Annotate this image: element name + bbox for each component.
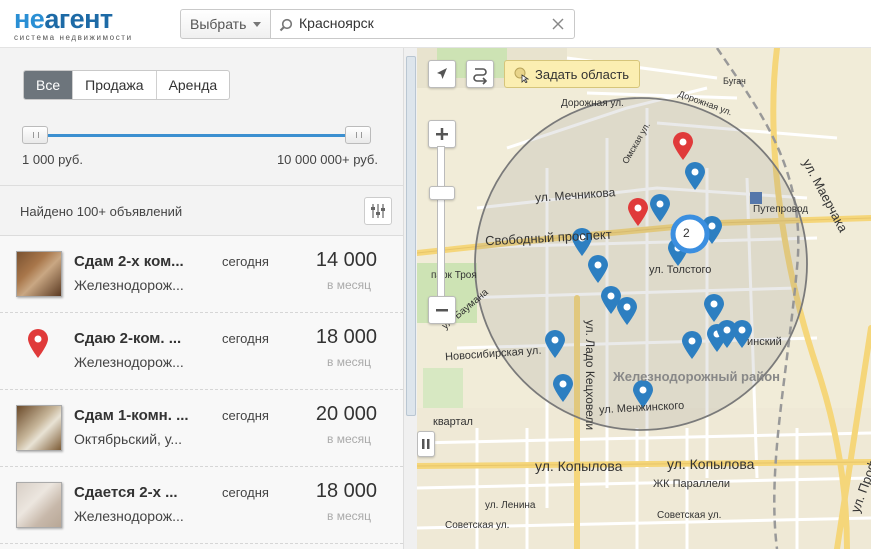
close-icon[interactable]	[552, 18, 564, 30]
category-select[interactable]: Выбрать	[180, 9, 271, 39]
place-label: ЖК Параллели	[653, 478, 731, 490]
zoom-out-button[interactable]	[428, 296, 456, 324]
street-label: Советская ул.	[445, 520, 510, 531]
list-scrollbar[interactable]	[403, 48, 417, 549]
list-item[interactable]: Сдаю 2-ком. ... Железнодорож... сегодня …	[0, 313, 403, 390]
cluster-count: 2	[683, 226, 690, 240]
listing-price: 14 000	[315, 249, 377, 271]
pin-cluster[interactable]	[670, 214, 710, 254]
search-icon	[279, 18, 293, 32]
listing-date: сегодня	[222, 485, 269, 500]
listing-date: сегодня	[222, 254, 269, 269]
locate-button[interactable]	[428, 60, 456, 88]
price-max-label: 10 000 000+ руб.	[276, 152, 378, 167]
street-label: ул. Ладо Кецховели	[583, 319, 598, 431]
street-label: Дорожная ул.	[561, 98, 624, 109]
tab-all[interactable]: Все	[24, 71, 73, 99]
results-count: Найдено 100+ объявлений	[20, 204, 183, 219]
listing-list: Сдам 2-х ком... Железнодорож... сегодня …	[0, 236, 403, 549]
listing-date: сегодня	[222, 408, 269, 423]
place-label: Бугач	[723, 76, 746, 86]
list-item[interactable]: Сдам 2-х ком... Железнодорож... сегодня …	[0, 236, 403, 313]
station-icon	[750, 192, 762, 204]
filters-panel: Все Продажа Аренда 1 000 руб. 10 000 000…	[0, 48, 403, 186]
price-min-label: 1 000 руб.	[22, 152, 83, 167]
station-label: Путепровод	[753, 204, 809, 215]
logo-wordmark: неагент	[14, 4, 113, 34]
street-label: ул. Ленина	[485, 500, 536, 511]
listing-period: в месяц	[326, 432, 371, 446]
results-summary: Найдено 100+ объявлений	[0, 186, 403, 236]
scrollbar-thumb[interactable]	[406, 56, 416, 416]
plus-icon	[436, 128, 448, 140]
listing-price: 18 000	[315, 480, 377, 502]
street-label: ул. Толстого	[649, 264, 712, 276]
listing-address: Железнодорож...	[74, 354, 184, 370]
advanced-filter-button[interactable]	[364, 197, 392, 225]
zoom-in-button[interactable]	[428, 120, 456, 148]
listing-date: сегодня	[222, 331, 269, 346]
sliders-icon	[371, 204, 385, 218]
logo-tagline: система недвижимости	[14, 33, 133, 42]
listing-title: Сдается 2-х ...	[74, 484, 178, 501]
listing-price: 20 000	[315, 403, 377, 425]
results-sidebar: Все Продажа Аренда 1 000 руб. 10 000 000…	[0, 48, 403, 549]
listing-address: Железнодорож...	[74, 508, 184, 524]
search-input[interactable]	[299, 15, 539, 31]
pause-icon	[422, 439, 430, 449]
city-search[interactable]	[270, 9, 575, 39]
price-min-handle[interactable]	[22, 126, 48, 144]
listing-photo	[16, 482, 62, 528]
route-button[interactable]	[466, 60, 494, 88]
place-label: квартал	[433, 416, 473, 428]
listing-photo	[16, 251, 62, 297]
route-icon	[473, 68, 488, 85]
listing-address: Октябрьский, у...	[74, 431, 183, 447]
street-label: Советская ул.	[657, 510, 722, 521]
map-view[interactable]: 2 ул. Мечникова Свободный проспект ул. Т…	[417, 48, 871, 549]
street-label: ул. Копылова	[535, 458, 623, 474]
list-item[interactable]: Сдам 1-комн. ... Октябрьский, у... сегод…	[0, 390, 403, 467]
list-item[interactable]: Сдается 2-х ... Железнодорож... сегодня …	[0, 467, 403, 544]
minus-icon	[436, 309, 448, 312]
listing-period: в месяц	[326, 509, 371, 523]
listing-title: Сдаю 2-ком. ...	[74, 330, 182, 347]
listing-price: 18 000	[315, 326, 377, 348]
collapse-panel-button[interactable]	[417, 431, 435, 457]
street-label: ул. Копылова	[667, 456, 755, 472]
draw-area-button[interactable]: Задать область	[504, 60, 640, 88]
price-range-track[interactable]	[30, 134, 360, 137]
listing-title: Сдам 1-комн. ...	[74, 407, 189, 424]
chevron-down-icon	[253, 22, 261, 27]
zoom-slider[interactable]	[437, 146, 445, 306]
listing-period: в месяц	[326, 278, 371, 292]
zoom-slider-handle[interactable]	[429, 186, 455, 200]
deal-type-tabs: Все Продажа Аренда	[23, 70, 231, 100]
listing-photo	[16, 405, 62, 451]
tab-sale[interactable]: Продажа	[72, 71, 155, 99]
listing-address: Железнодорож...	[74, 277, 184, 293]
tab-rent[interactable]: Аренда	[155, 71, 230, 99]
cursor-icon	[514, 67, 529, 83]
listing-title: Сдам 2-х ком...	[74, 253, 184, 270]
listing-period: в месяц	[326, 355, 371, 369]
price-max-handle[interactable]	[345, 126, 371, 144]
map-pin-red-icon	[28, 329, 48, 358]
district-label: Железнодорожный район	[613, 369, 781, 384]
logo[interactable]: неагент система недвижимости	[14, 4, 159, 43]
top-header: неагент система недвижимости Выбрать	[0, 0, 871, 48]
navigation-arrow-icon	[437, 68, 447, 79]
street-label: инский	[747, 336, 782, 348]
